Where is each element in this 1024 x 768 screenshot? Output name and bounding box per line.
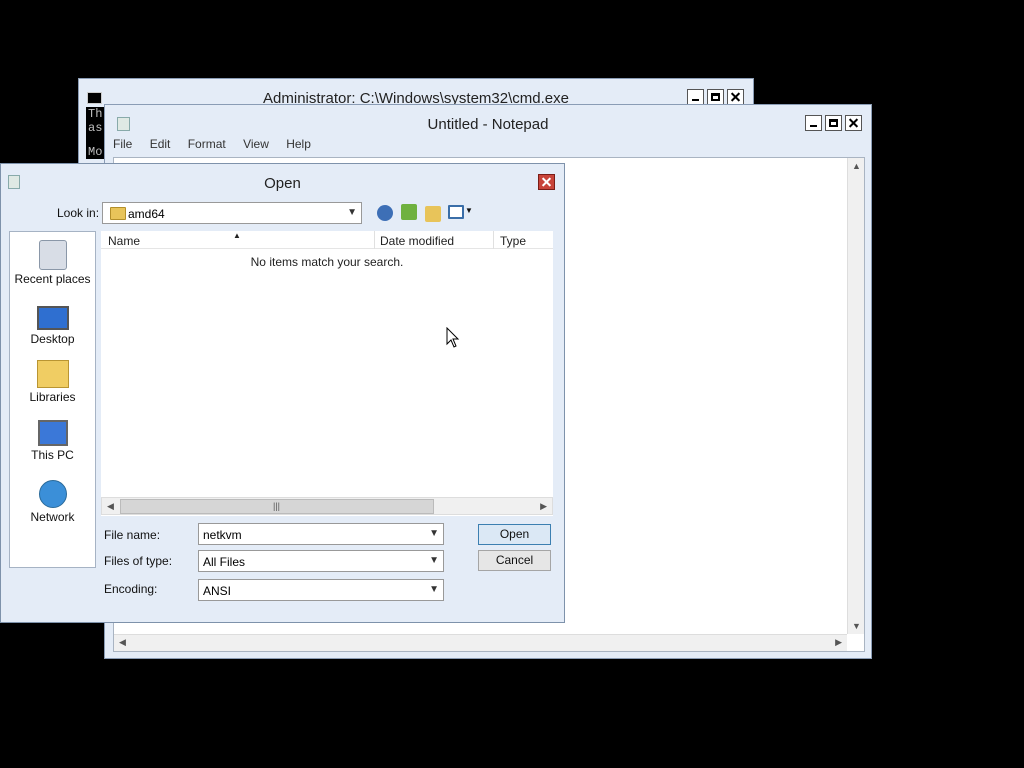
scrollbar-thumb[interactable]: |||	[120, 499, 434, 514]
desktop-icon	[36, 306, 69, 330]
dialog-title: Open	[264, 175, 301, 192]
up-folder-icon[interactable]	[401, 204, 417, 220]
libraries-icon	[36, 360, 69, 388]
place-this-pc[interactable]: This PC	[10, 420, 95, 462]
network-icon	[38, 480, 67, 508]
scroll-right-icon[interactable]: ▶	[835, 637, 842, 648]
place-recent-places[interactable]: Recent places	[10, 240, 95, 286]
notepad-maximize-button[interactable]	[825, 115, 842, 131]
file-name-label: File name:	[104, 528, 161, 542]
column-date-modified[interactable]: Date modified	[380, 234, 454, 248]
menu-view[interactable]: View	[243, 137, 269, 151]
grip-icon: |||	[273, 501, 281, 511]
chevron-down-icon[interactable]: ▼	[429, 584, 439, 595]
place-libraries[interactable]: Libraries	[10, 360, 95, 404]
cmd-minimize-button[interactable]	[687, 89, 704, 105]
file-list-horizontal-scrollbar[interactable]: ◀ ||| ▶	[101, 497, 553, 515]
menu-edit[interactable]: Edit	[150, 137, 171, 151]
encoding-label: Encoding:	[104, 582, 158, 596]
encoding-value: ANSI	[203, 584, 232, 598]
scroll-left-icon[interactable]: ◀	[107, 501, 114, 512]
place-label: Recent places	[14, 272, 91, 286]
notepad-close-button[interactable]	[845, 115, 862, 131]
file-name-value: netkvm	[203, 528, 242, 542]
look-in-value: amd64	[128, 207, 165, 221]
look-in-label: Look in:	[57, 206, 100, 220]
scroll-right-icon[interactable]: ▶	[540, 501, 547, 512]
column-type[interactable]: Type	[500, 234, 526, 248]
place-label: This PC	[31, 448, 74, 462]
chevron-down-icon[interactable]: ▼	[429, 528, 439, 539]
cmd-maximize-button[interactable]	[707, 89, 724, 105]
encoding-select[interactable]: ANSI ▼	[198, 579, 444, 601]
notepad-minimize-button[interactable]	[805, 115, 822, 131]
column-separator	[374, 231, 375, 249]
notepad-vertical-scrollbar[interactable]: ▲ ▼	[847, 158, 864, 634]
menu-format[interactable]: Format	[188, 137, 226, 151]
folder-icon	[110, 207, 126, 220]
chevron-down-icon[interactable]: ▼	[347, 207, 357, 218]
place-network[interactable]: Network	[10, 480, 95, 524]
file-name-input[interactable]: netkvm ▼	[198, 523, 444, 545]
view-dropdown-icon[interactable]: ▼	[465, 206, 473, 215]
column-header: Name ▲ Date modified Type	[101, 231, 553, 249]
notepad-horizontal-scrollbar[interactable]: ◀ ▶	[114, 634, 847, 651]
view-menu-icon[interactable]	[448, 205, 464, 219]
mouse-cursor-icon	[446, 327, 460, 348]
cancel-button[interactable]: Cancel	[478, 550, 551, 571]
notepad-menu-bar: File Edit Format View Help	[113, 137, 325, 155]
cmd-close-button[interactable]	[727, 89, 744, 105]
look-in-combo[interactable]: amd64 ▼	[102, 202, 362, 224]
files-of-type-label: Files of type:	[104, 554, 173, 568]
open-dialog[interactable]: Open Look in: amd64 ▼ ▼ Recent places De…	[0, 163, 565, 623]
scroll-up-icon[interactable]: ▲	[852, 161, 861, 171]
place-label: Desktop	[30, 332, 75, 346]
notepad-title: Untitled - Notepad	[427, 116, 549, 133]
scroll-down-icon[interactable]: ▼	[852, 621, 861, 631]
place-label: Network	[30, 510, 75, 524]
back-icon[interactable]	[377, 205, 393, 221]
new-folder-icon[interactable]	[425, 206, 441, 222]
scroll-left-icon[interactable]: ◀	[119, 637, 126, 648]
recent-places-icon	[38, 240, 67, 270]
place-label: Libraries	[29, 390, 76, 404]
empty-message: No items match your search.	[250, 255, 404, 269]
file-list[interactable]: Name ▲ Date modified Type No items match…	[101, 231, 553, 516]
places-bar: Recent places Desktop Libraries This PC …	[9, 231, 96, 568]
place-desktop[interactable]: Desktop	[10, 302, 95, 346]
chevron-down-icon[interactable]: ▼	[429, 555, 439, 566]
dialog-close-button[interactable]	[538, 174, 555, 190]
files-of-type-value: All Files	[203, 555, 246, 569]
column-separator	[493, 231, 494, 249]
menu-file[interactable]: File	[113, 137, 132, 151]
column-name[interactable]: Name	[108, 234, 140, 248]
files-of-type-select[interactable]: All Files ▼	[198, 550, 444, 572]
menu-help[interactable]: Help	[286, 137, 311, 151]
sort-ascending-icon: ▲	[233, 231, 241, 240]
open-button[interactable]: Open	[478, 524, 551, 545]
this-pc-icon	[37, 420, 68, 446]
